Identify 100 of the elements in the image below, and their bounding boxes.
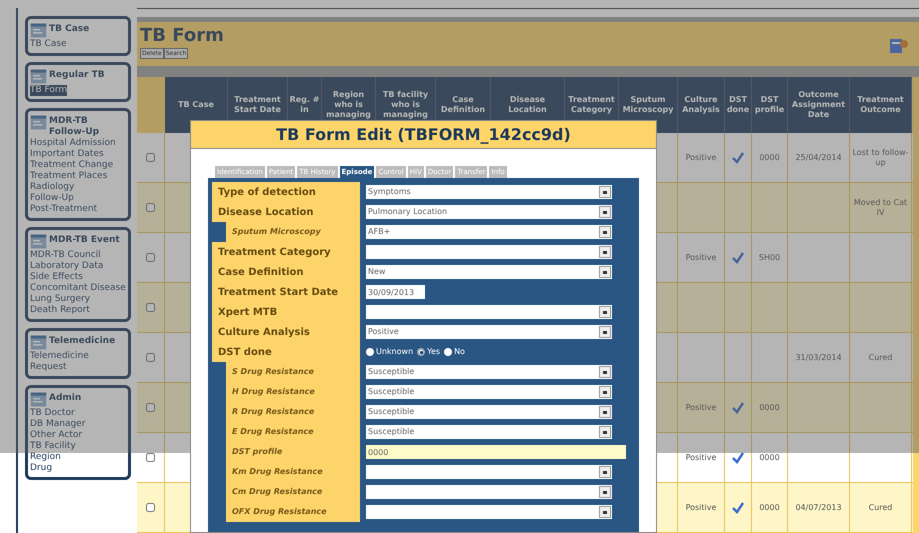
menu-item[interactable]: Radiology [30,182,74,193]
menu-item[interactable]: Treatment Change [30,160,114,171]
menu-group-title: TB Case [49,23,90,35]
form-icon [30,334,47,351]
select-field[interactable] [366,305,612,319]
field-label: DST done [217,346,272,360]
menu-item[interactable]: TB Form [30,85,68,96]
menu-item[interactable]: Concomitant Disease [30,283,126,294]
field-label: Cm Drug Resistance [231,486,322,498]
form-icon [30,68,47,85]
select-field[interactable]: Symptoms [366,185,612,199]
menu-item[interactable]: Important Dates [30,149,104,160]
select-field[interactable]: Susceptible [366,405,612,419]
table-cell: 0000 [759,452,780,462]
field-label: S Drug Resistance [231,366,314,378]
field-label: Disease Location [217,206,314,220]
menu-item[interactable]: Treatment Places [30,171,108,182]
select-field[interactable]: Susceptible [366,365,612,379]
table-cell: 0000 [759,152,780,162]
select-field[interactable]: Susceptible [366,425,612,439]
check-icon [732,152,744,164]
form-icon [30,22,47,39]
table-cell-text: Lost to follow-up [851,148,910,168]
field-label: OFX Drug Resistance [231,506,327,518]
date-field[interactable]: 30/09/2013 [366,285,425,299]
select-field[interactable] [366,245,612,259]
table-cell: Positive [686,502,716,512]
row-checkbox[interactable] [146,303,155,312]
menu-group-title: Telemedicine [49,335,116,347]
menu-group-title: MDR-TB Event [49,234,120,246]
field-label: R Drug Resistance [231,406,314,418]
menu-item[interactable]: Other Actor [30,430,82,441]
field-label: H Drug Resistance [231,386,315,398]
menu-item[interactable]: MDR-TB Council [30,250,101,261]
table-cell: Positive [686,452,716,462]
row-checkbox[interactable] [146,203,155,212]
menu-group-title: MDR-TB Follow-Up [49,115,100,138]
table-cell: 31/03/2014 [795,352,842,362]
select-field[interactable]: Pulmonary Location [366,205,612,219]
menu-item[interactable]: Post-Treatment [30,204,98,215]
indent-marker [212,222,226,242]
dialog-title: TB Form Edit (TBFORM_142cc9d) [191,121,656,149]
table-cell: Cured [868,352,892,362]
table-cell: 0000 [759,502,780,512]
menu-item[interactable]: Side Effects [30,272,83,283]
field-label: Km Drug Resistance [231,466,323,478]
menu-item[interactable]: Hospital Admission [30,138,116,149]
menu-item[interactable]: Drug [30,463,52,474]
table-cell: Positive [686,252,716,262]
select-field[interactable] [366,485,612,499]
menu-item[interactable]: TB Doctor [30,408,75,419]
row-checkbox[interactable] [146,253,155,262]
menu-item[interactable]: Follow-Up [30,193,74,204]
field-label: Culture Analysis [217,326,310,340]
row-checkbox[interactable] [146,353,155,362]
field-label: Case Definition [217,266,304,280]
form-icon [30,233,47,250]
field-label: Sputum Microscopy [231,226,321,238]
check-icon [732,402,744,414]
field-label: DST profile [231,446,282,458]
table-cell: Positive [686,152,716,162]
row-checkbox[interactable] [146,453,155,462]
check-icon [732,252,744,264]
field-label: Treatment Category [217,246,331,260]
table-cell: 25/04/2014 [795,152,842,162]
field-label: Type of detection [217,186,316,200]
table-cell: 04/07/2013 [795,502,842,512]
select-field[interactable] [366,465,612,479]
check-icon [732,502,744,514]
select-field[interactable]: AFB+ [366,225,612,239]
select-field[interactable]: Positive [366,325,612,339]
menu-group-title: Regular TB [49,69,105,81]
select-field[interactable] [366,505,612,519]
check-icon [732,452,744,464]
table-cell-text: Moved to Cat IV [852,198,908,218]
select-field[interactable]: New [366,265,612,279]
select-field[interactable]: Susceptible [366,385,612,399]
menu-item[interactable]: Region [30,452,61,463]
field-label: E Drug Resistance [231,426,314,438]
row-checkbox[interactable] [146,503,155,512]
menu-item[interactable]: TB Facility [30,441,76,452]
table-cell: SH00 [758,252,780,262]
form-icon [30,114,47,131]
radio-option[interactable]: Yes [417,346,440,358]
form-icon [30,391,47,408]
field-label: Treatment Start Date [217,286,338,300]
table-cell: 0000 [759,402,780,412]
text-field[interactable]: 0000 [366,445,626,459]
menu-item[interactable]: Lung Surgery [30,294,90,305]
radio-option[interactable]: Unknown [366,346,414,358]
radio-option[interactable]: No [444,346,465,358]
menu-item[interactable]: DB Manager [30,419,86,430]
page-title: TB Form [140,24,224,48]
table-cell: Cured [868,502,892,512]
menu-item[interactable]: Laboratory Data [30,261,104,272]
row-checkbox[interactable] [146,153,155,162]
row-checkbox[interactable] [146,403,155,412]
menu-item[interactable]: Telemedicine Request [30,351,126,373]
menu-item[interactable]: TB Case [30,39,67,50]
menu-item[interactable]: Death Report [30,305,90,316]
